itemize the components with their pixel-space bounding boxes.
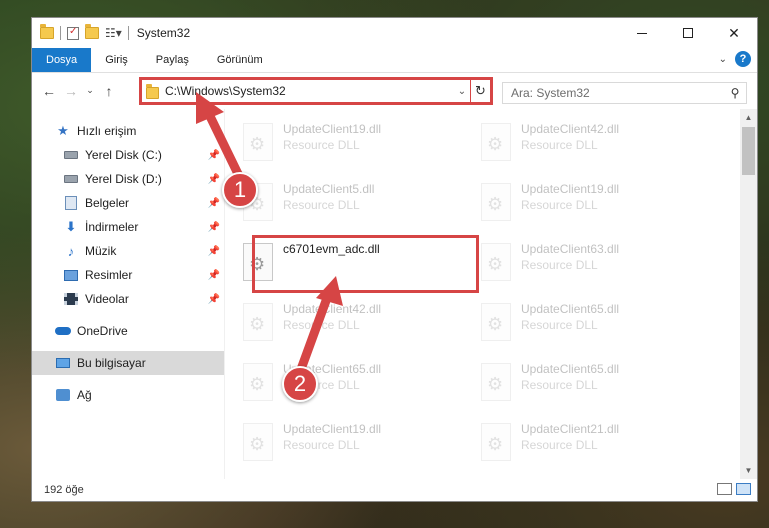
- arrow-1: [196, 92, 245, 183]
- step-badge-1: 1: [222, 172, 258, 208]
- annotation-arrows: [196, 92, 343, 377]
- arrow-2: [295, 276, 343, 377]
- step-badge-2: 2: [282, 366, 318, 402]
